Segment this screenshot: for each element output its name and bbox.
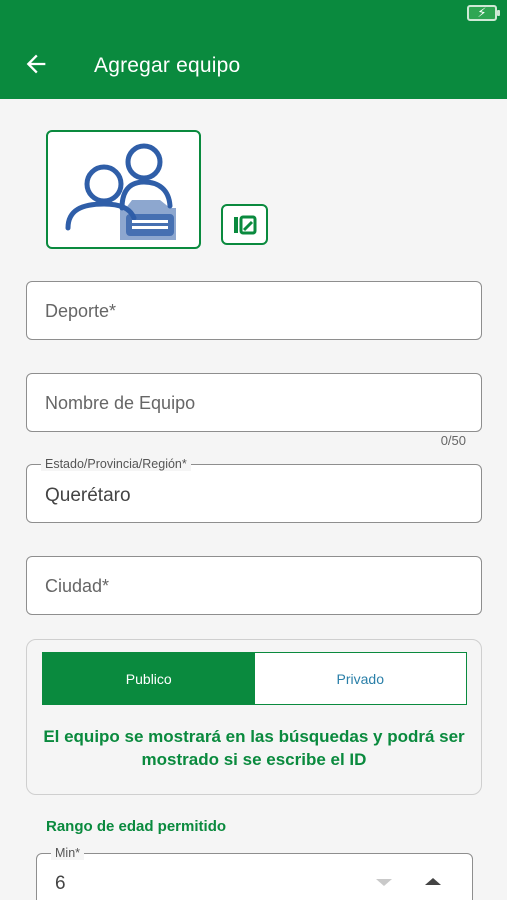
edit-image-icon bbox=[234, 215, 257, 235]
min-age-field[interactable]: Min* 6 bbox=[36, 846, 473, 900]
visibility-message: El equipo se mostrará en las búsquedas y… bbox=[43, 727, 465, 769]
page-title: Agregar equipo bbox=[94, 54, 241, 77]
public-option[interactable]: Publico bbox=[43, 653, 255, 704]
increment-arrow-icon[interactable] bbox=[425, 878, 441, 885]
team-photo[interactable] bbox=[46, 130, 201, 249]
min-age-label: Min* bbox=[51, 846, 85, 860]
visibility-card: Publico Privado El equipo se mostrará en… bbox=[26, 639, 482, 795]
sport-field[interactable]: Deporte* bbox=[26, 281, 482, 340]
team-avatar-icon bbox=[65, 143, 176, 240]
status-bar: ⚡ bbox=[0, 0, 507, 30]
state-field[interactable]: Estado/Provincia/Región* Querétaro bbox=[26, 457, 482, 523]
private-option[interactable]: Privado bbox=[254, 653, 466, 704]
team-name-counter: 0/50 bbox=[440, 433, 466, 448]
min-age-value: 6 bbox=[55, 873, 66, 894]
visibility-toggle: Publico Privado bbox=[42, 652, 467, 705]
sport-placeholder: Deporte* bbox=[45, 301, 117, 321]
team-name-placeholder: Nombre de Equipo bbox=[45, 393, 196, 413]
battery-charging-icon: ⚡ bbox=[467, 5, 500, 21]
battery-charging-symbol: ⚡ bbox=[477, 5, 487, 20]
back-arrow-icon[interactable] bbox=[22, 50, 50, 78]
age-range-title: Rango de edad permitido bbox=[46, 818, 227, 835]
edit-photo-button[interactable] bbox=[221, 204, 268, 245]
decrement-arrow-icon[interactable] bbox=[376, 879, 392, 886]
state-label: Estado/Provincia/Región* bbox=[41, 457, 191, 471]
city-field[interactable]: Ciudad* bbox=[26, 556, 482, 615]
app-bar: Agregar equipo bbox=[0, 30, 507, 99]
city-placeholder: Ciudad* bbox=[45, 576, 110, 596]
team-name-field[interactable]: Nombre de Equipo bbox=[26, 373, 482, 432]
state-value: Querétaro bbox=[45, 485, 131, 506]
